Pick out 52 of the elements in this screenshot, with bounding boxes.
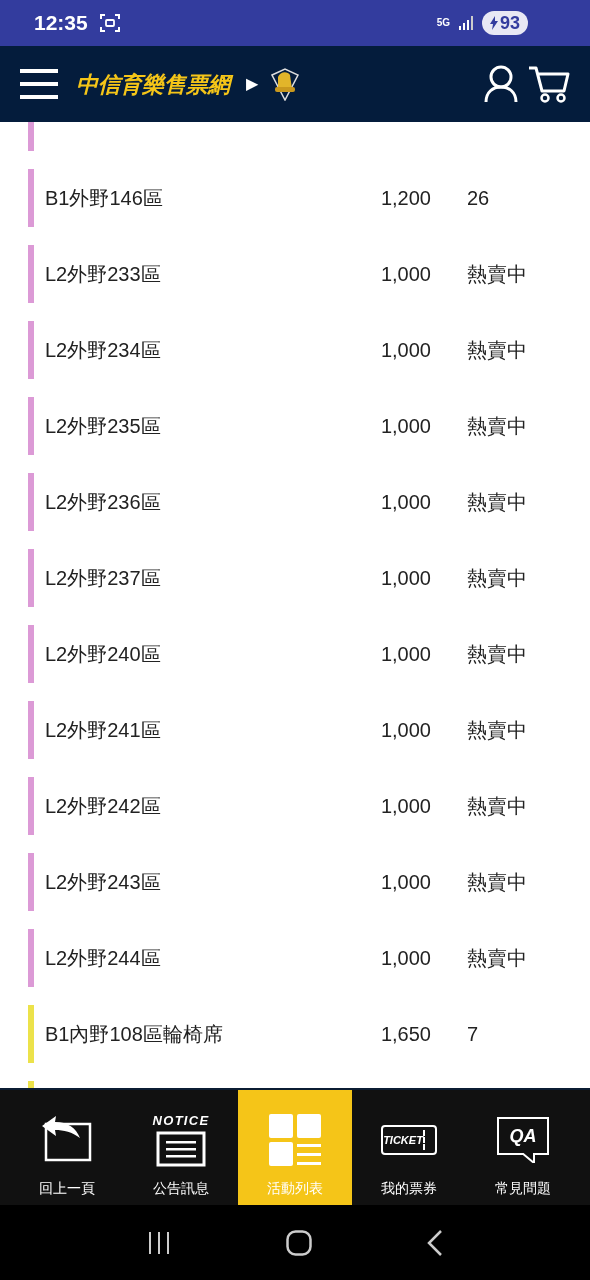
section-price: 1,000	[379, 870, 431, 895]
section-name[interactable]: L2外野233區	[45, 259, 345, 289]
section-price: 1,000	[379, 794, 431, 819]
section-name[interactable]: B1外野146區	[45, 183, 345, 213]
section-availability: 26	[467, 186, 490, 211]
section-price: 1,000	[379, 718, 431, 743]
user-icon[interactable]	[484, 65, 518, 103]
cart-icon[interactable]	[528, 65, 570, 103]
section-availability: 熱賣中	[467, 870, 527, 895]
back-icon[interactable]	[426, 1229, 443, 1256]
section-availability: 熱賣中	[467, 566, 527, 591]
network-label: 5G	[436, 18, 450, 28]
section-price: 1,000	[379, 338, 431, 363]
team-logo[interactable]	[270, 67, 300, 101]
back-arrow-icon	[40, 1116, 94, 1164]
section-name[interactable]: L2外野237區	[45, 563, 345, 593]
ticket-icon: TICKET	[381, 1125, 437, 1155]
section-price: 1,000	[379, 414, 431, 439]
screenshot-icon	[99, 14, 120, 32]
menu-icon[interactable]	[20, 68, 58, 100]
battery-indicator: 93	[481, 11, 528, 35]
section-availability: 熱賣中	[467, 946, 527, 971]
section-availability: 7	[467, 1022, 479, 1047]
section-name[interactable]: L2外野235區	[45, 411, 345, 441]
section-availability: 熱賣中	[467, 642, 527, 667]
section-price: 1,000	[379, 642, 431, 667]
recent-apps-icon[interactable]	[147, 1230, 172, 1255]
section-availability: 熱賣中	[467, 262, 527, 287]
signal-icon	[457, 15, 474, 31]
section-price: 1,000	[379, 946, 431, 971]
section-name[interactable]: L2外野234區	[45, 335, 345, 365]
section-price: 1,200	[379, 186, 431, 211]
section-name[interactable]: L2外野241區	[45, 715, 345, 745]
section-availability: 熱賣中	[467, 490, 527, 515]
section-name[interactable]: L2外野242區	[45, 791, 345, 821]
section-name[interactable]: L2外野240區	[45, 639, 345, 669]
section-price: 1,000	[379, 566, 431, 591]
section-availability: 熱賣中	[467, 414, 527, 439]
home-icon[interactable]	[286, 1229, 312, 1256]
section-price: 1,000	[379, 262, 431, 287]
separator-arrow: ▶	[246, 74, 258, 94]
section-price: 1,000	[379, 490, 431, 515]
section-name[interactable]: B1內野108區輪椅席	[45, 1019, 345, 1049]
section-name[interactable]: L2外野236區	[45, 487, 345, 517]
section-availability: 熱賣中	[467, 718, 527, 743]
section-availability: 熱賣中	[467, 338, 527, 363]
clock: 12:35	[34, 10, 88, 37]
section-name[interactable]: L2外野244區	[45, 943, 345, 973]
section-name[interactable]: L2外野243區	[45, 867, 345, 897]
section-price: 1,650	[379, 1022, 431, 1047]
section-availability: 熱賣中	[467, 794, 527, 819]
grid-list-icon	[269, 1114, 321, 1166]
